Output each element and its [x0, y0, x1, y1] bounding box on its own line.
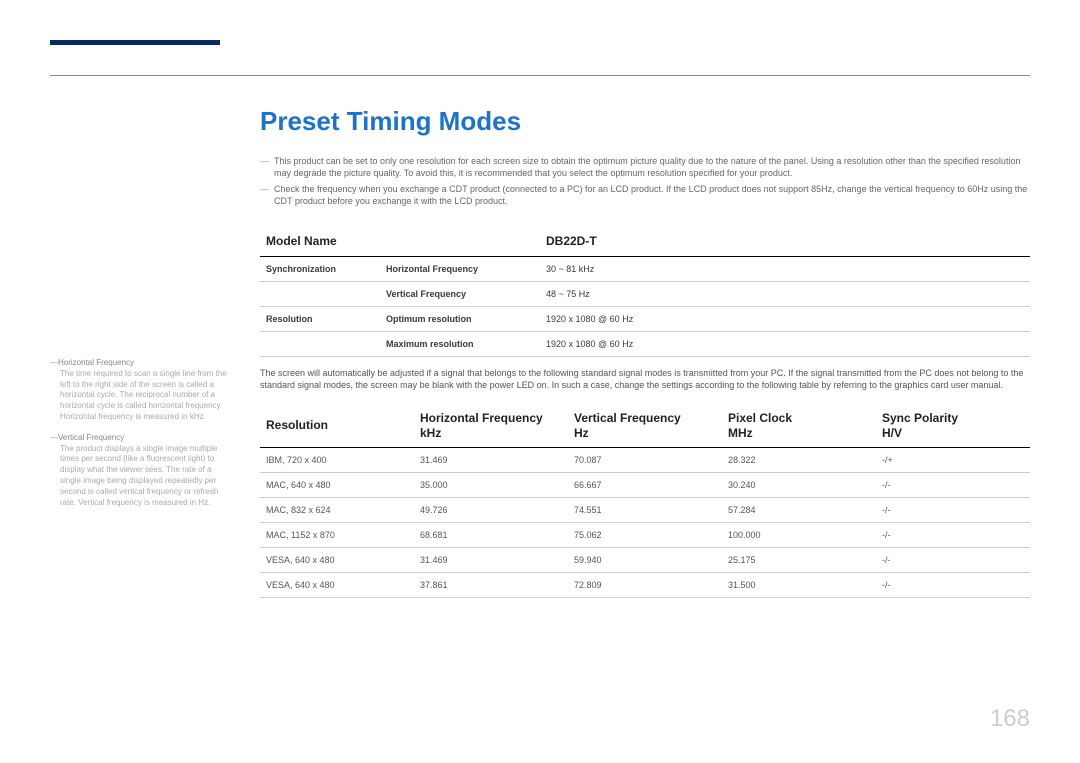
table-row: MAC, 640 x 480 35.000 66.667 30.240 -/-	[260, 472, 1030, 497]
spec-group	[260, 281, 380, 306]
sidebar-note-body: The product displays a single image mult…	[50, 444, 230, 509]
table-row: MAC, 1152 x 870 68.681 75.062 100.000 -/…	[260, 522, 1030, 547]
spec-value: 1920 x 1080 @ 60 Hz	[540, 306, 1030, 331]
spec-table: Model Name DB22D-T Synchronization Horiz…	[260, 226, 1030, 357]
page-title: Preset Timing Modes	[260, 106, 1030, 137]
sidebar-note-head: Horizontal Frequency	[58, 358, 134, 367]
table-row: IBM, 720 x 400 31.469 70.087 28.322 -/+	[260, 447, 1030, 472]
sidebar-note-body: The time required to scan a single line …	[50, 369, 230, 423]
spec-header-right: DB22D-T	[540, 226, 1030, 257]
divider-top	[50, 75, 1030, 76]
spec-group	[260, 331, 380, 356]
table-row: VESA, 640 x 480 37.861 72.809 31.500 -/-	[260, 572, 1030, 597]
timing-table: Resolution Horizontal FrequencykHz Verti…	[260, 405, 1030, 598]
spec-value: 1920 x 1080 @ 60 Hz	[540, 331, 1030, 356]
spec-label: Vertical Frequency	[380, 281, 540, 306]
spec-label: Maximum resolution	[380, 331, 540, 356]
accent-bar	[50, 40, 220, 45]
spec-value: 30 ~ 81 kHz	[540, 256, 1030, 281]
spec-value: 48 ~ 75 Hz	[540, 281, 1030, 306]
spec-group: Synchronization	[260, 256, 380, 281]
sidebar-note-head: Vertical Frequency	[58, 433, 124, 442]
mid-paragraph: The screen will automatically be adjuste…	[260, 367, 1030, 391]
spec-label: Optimum resolution	[380, 306, 540, 331]
page-number: 168	[990, 705, 1030, 733]
table-row: MAC, 832 x 624 49.726 74.551 57.284 -/-	[260, 497, 1030, 522]
bullet-text: Check the frequency when you exchange a …	[274, 183, 1030, 207]
th-vert-freq: Vertical FrequencyHz	[568, 405, 722, 448]
spec-group: Resolution	[260, 306, 380, 331]
intro-bullets: ―This product can be set to only one res…	[260, 155, 1030, 208]
th-sync-polarity: Sync PolarityH/V	[876, 405, 1030, 448]
th-pixel-clock: Pixel ClockMHz	[722, 405, 876, 448]
spec-header-left: Model Name	[260, 226, 540, 257]
th-resolution: Resolution	[260, 405, 414, 448]
sidebar-notes: ―Horizontal Frequency The time required …	[50, 106, 230, 598]
table-row: VESA, 640 x 480 31.469 59.940 25.175 -/-	[260, 547, 1030, 572]
th-horiz-freq: Horizontal FrequencykHz	[414, 405, 568, 448]
bullet-text: This product can be set to only one reso…	[274, 155, 1030, 179]
spec-label: Horizontal Frequency	[380, 256, 540, 281]
